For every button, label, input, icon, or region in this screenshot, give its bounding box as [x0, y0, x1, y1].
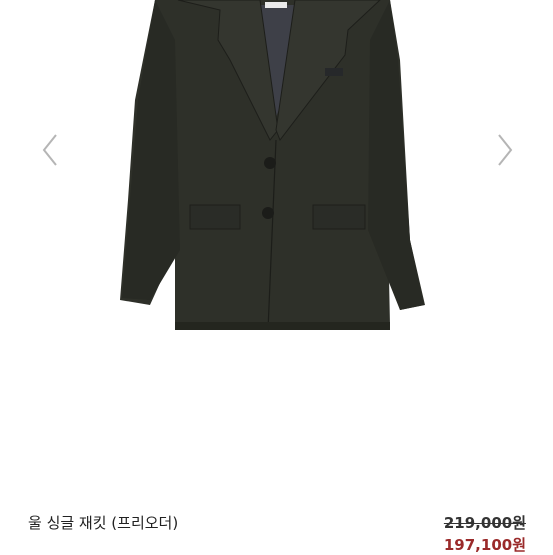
chevron-left-icon: [42, 134, 57, 166]
product-info: 울 싱글 재킷 (프리오더) 219,000원 197,100원: [0, 500, 553, 554]
product-title[interactable]: 울 싱글 재킷 (프리오더): [28, 512, 178, 533]
original-price: 219,000원: [443, 514, 526, 532]
product-image-gallery[interactable]: [0, 0, 553, 470]
gallery-prev-button[interactable]: [30, 128, 70, 172]
sale-price: 197,100원: [443, 536, 526, 554]
chevron-right-icon: [498, 134, 513, 166]
gallery-next-button[interactable]: [485, 128, 525, 172]
product-image: [120, 0, 425, 331]
